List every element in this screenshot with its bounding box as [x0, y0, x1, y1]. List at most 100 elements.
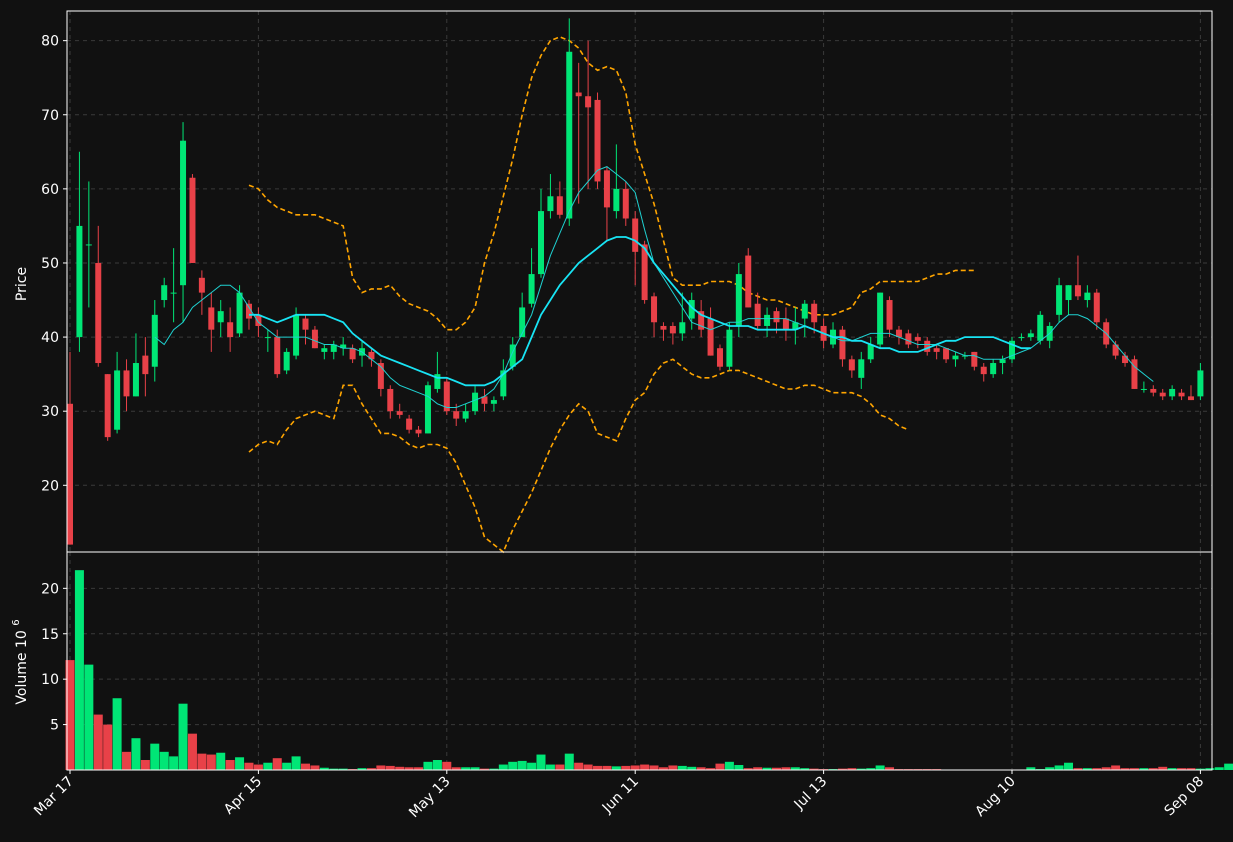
candle-down	[745, 255, 752, 308]
volume-bar-down	[244, 762, 254, 770]
candle-down	[651, 296, 658, 323]
candle-up	[236, 292, 243, 334]
candle-up	[538, 211, 544, 275]
candle-down	[123, 370, 130, 397]
candle-up	[85, 244, 92, 246]
candle-down	[67, 403, 73, 545]
candle-down	[387, 388, 394, 412]
volume-bar-down	[122, 751, 132, 770]
candle-down	[406, 418, 413, 430]
volume-bar-up	[423, 761, 433, 770]
volume-bar-up	[282, 762, 292, 770]
candle-up	[161, 285, 168, 301]
volume-bar-up	[1224, 763, 1233, 770]
candle-down	[914, 337, 921, 341]
price-tick-label: 50	[41, 256, 59, 272]
volume-tick-label: 10	[41, 672, 59, 688]
volume-bar-up	[169, 756, 179, 770]
candle-up	[217, 311, 224, 323]
candle-down	[905, 333, 912, 345]
candle-down	[848, 359, 855, 371]
candle-up	[472, 392, 479, 412]
candle-up	[613, 188, 620, 212]
volume-bar-down	[574, 762, 584, 770]
volume-bar-up	[724, 761, 734, 770]
volume-tick-label: 20	[41, 581, 59, 597]
candle-up	[462, 411, 469, 419]
volume-bar-down	[715, 763, 725, 770]
volume-bar-up	[508, 761, 518, 770]
volume-bar-up	[235, 757, 245, 770]
candle-down	[227, 322, 234, 338]
candle-down	[104, 374, 111, 438]
candle-down	[302, 318, 309, 330]
candle-up	[1018, 337, 1025, 339]
candle-down	[1187, 396, 1194, 401]
price-axis-label: Price	[14, 267, 30, 301]
volume-bar-down	[301, 763, 310, 770]
volume-bar-down	[253, 764, 263, 770]
volume-bar-down	[385, 765, 395, 770]
volume-bar-up	[216, 752, 226, 770]
volume-tick-label: 15	[41, 627, 59, 643]
candle-down	[886, 300, 893, 330]
volume-bar-up	[263, 762, 273, 770]
price-tick-label: 80	[41, 34, 59, 50]
candle-up	[76, 225, 83, 338]
volume-bar-down	[310, 765, 320, 770]
candle-down	[1178, 392, 1185, 397]
candle-up	[990, 363, 997, 375]
candle-up	[264, 337, 271, 339]
volume-bar-down	[187, 733, 197, 770]
volume-bar-up	[150, 743, 160, 770]
candle-up	[1037, 314, 1044, 341]
price-tick-label: 40	[41, 330, 59, 346]
candle-down	[782, 318, 789, 330]
volume-bar-down	[272, 758, 282, 770]
volume-bar-down	[593, 765, 603, 770]
candle-up	[424, 385, 431, 434]
candle-down	[142, 355, 149, 375]
volume-bar-up	[1054, 765, 1064, 770]
volume-bar-up	[564, 753, 574, 770]
volume-bar-up	[517, 760, 527, 770]
candle-down	[971, 351, 978, 367]
candle-up	[764, 314, 771, 326]
candle-down	[453, 411, 460, 419]
candle-up	[490, 400, 497, 404]
candle-up	[1197, 370, 1204, 397]
volume-bar-down	[197, 753, 207, 770]
volume-axis-label-text: Volume	[14, 653, 30, 705]
volume-bar-up	[527, 762, 537, 770]
candle-up	[867, 344, 874, 360]
volume-bar-down	[602, 765, 612, 770]
candle-up	[1065, 285, 1072, 301]
candle-up	[566, 51, 573, 219]
candle-up	[547, 196, 554, 212]
candle-up	[293, 314, 300, 356]
volume-bar-down	[640, 764, 650, 770]
volume-bar-down	[649, 765, 659, 770]
candlestick-chart: 20304050607080 5101520 Mar 17 Apr 15 May 1…	[0, 0, 1233, 842]
volume-bar-down	[93, 714, 103, 770]
candle-down	[1150, 388, 1157, 393]
volume-axis-label: Volume 10 6	[11, 619, 30, 704]
volume-bar-down	[583, 764, 593, 770]
volume-bar-up	[291, 756, 301, 770]
candle-down	[933, 348, 940, 352]
candle-down	[980, 366, 987, 375]
volume-bar-up	[677, 765, 687, 770]
candle-down	[773, 311, 780, 323]
volume-bar-down	[442, 761, 452, 770]
candle-down	[415, 429, 422, 434]
price-tick-label: 30	[41, 404, 59, 420]
volume-bar-up	[734, 765, 744, 770]
volume-bar-down	[555, 764, 565, 770]
volume-bar-up	[611, 766, 621, 770]
volume-tick-label: 5	[50, 718, 59, 734]
candle-down	[585, 96, 592, 108]
volume-bar-up	[498, 764, 508, 770]
candle-up	[1084, 292, 1091, 301]
candle-down	[669, 325, 676, 334]
candle-down	[924, 340, 931, 352]
